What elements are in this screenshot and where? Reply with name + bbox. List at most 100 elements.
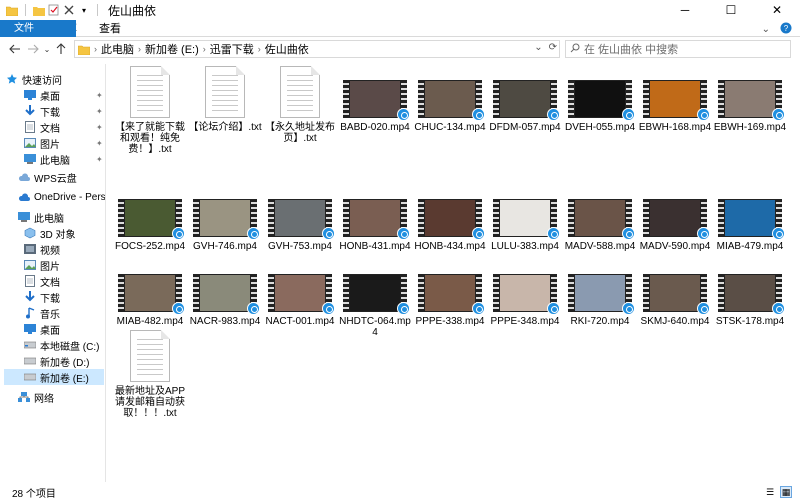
ribbon-tabs: 文件 主页 共享 查看 ⌄ ? [0, 19, 800, 37]
help-icon[interactable]: ? [780, 22, 792, 37]
up-arrow-icon[interactable] [52, 40, 70, 58]
video-thumbnail-icon [568, 274, 635, 315]
video-thumbnail-icon [718, 199, 785, 240]
video-thumbnail-icon [718, 274, 785, 315]
video-file-item[interactable]: STSK-178.mp4 [712, 260, 788, 327]
video-file-item[interactable]: LULU-383.mp4 [487, 185, 563, 252]
sidebar-item-3d-objects[interactable]: 3D 对象 [24, 225, 76, 241]
properties-icon[interactable] [48, 4, 60, 16]
file-name: RKI-720.mp4 [570, 316, 630, 327]
address-bar[interactable]: › 此电脑 › 新加卷 (E:) › 迅雷下载 › 佐山曲依 ⌄ ⟳ [74, 40, 560, 58]
maximize-button[interactable]: ☐ [708, 0, 754, 20]
video-thumbnail-icon [493, 274, 560, 315]
address-dropdown-icon[interactable]: ⌄ [534, 42, 542, 53]
sidebar-item-label: 下载 [40, 107, 60, 119]
forward-arrow-icon[interactable] [24, 40, 42, 58]
file-name: NHDTC-064.mp4 [339, 316, 411, 338]
sidebar-item-quick-access[interactable]: 快速访问 [6, 71, 62, 87]
new-folder-icon[interactable] [33, 4, 45, 16]
video-file-item[interactable]: RKI-720.mp4 [562, 260, 638, 327]
sidebar-item-drive-d[interactable]: 新加卷 (D:) [24, 353, 89, 369]
download-icon [24, 105, 36, 117]
sidebar-item-label: 此电脑 [34, 213, 64, 225]
separator [25, 4, 26, 16]
file-name: PPPE-348.mp4 [490, 316, 560, 327]
video-file-item[interactable]: DFDM-057.mp4 [487, 66, 563, 133]
sidebar-item-drive-c[interactable]: 本地磁盘 (C:) [24, 337, 99, 353]
sidebar-item-label: 视频 [40, 245, 60, 257]
pane-divider[interactable] [105, 64, 106, 482]
video-file-item[interactable]: NHDTC-064.mp4 [337, 260, 413, 338]
video-thumbnail-icon [418, 80, 485, 121]
video-file-item[interactable]: MADV-590.mp4 [637, 185, 713, 252]
video-file-item[interactable]: EBWH-168.mp4 [637, 66, 713, 133]
address-actions: ⌄ ⟳ [534, 42, 557, 53]
status-bar: 28 个项目 ☰ ▦ [0, 482, 800, 502]
sidebar-item-this-pc[interactable]: 此电脑 [18, 209, 64, 225]
customize-toolbar-icon[interactable]: ▾ [78, 4, 90, 16]
sidebar-item-drive-e[interactable]: 新加卷 (E:) [4, 369, 104, 385]
sidebar-item-videos[interactable]: 视频 [24, 241, 60, 257]
tab-file[interactable]: 文件 [0, 19, 76, 37]
breadcrumb-xunlei[interactable]: 迅雷下载 [206, 41, 258, 57]
window-controls: ─ ☐ ✕ [662, 0, 800, 20]
breadcrumb-current[interactable]: 佐山曲依 [261, 41, 313, 57]
recent-locations-icon[interactable]: ⌄ [42, 40, 52, 58]
sidebar-item-documents[interactable]: 文档 [24, 273, 60, 289]
player-badge-icon [397, 108, 410, 121]
sidebar-item-desktop-pinned[interactable]: 桌面 ✦ [24, 87, 103, 103]
video-file-item[interactable]: PPPE-338.mp4 [412, 260, 488, 327]
breadcrumb-this-pc[interactable]: 此电脑 [97, 41, 138, 57]
video-file-item[interactable]: SKMJ-640.mp4 [637, 260, 713, 327]
video-file-item[interactable]: FOCS-252.mp4 [112, 185, 188, 252]
file-name: 【论坛介绍】.txt [188, 122, 262, 133]
sidebar-item-wps-cloud[interactable]: WPS云盘 [18, 169, 77, 185]
sidebar-item-music[interactable]: 音乐 [24, 305, 60, 321]
text-file-item[interactable]: 【永久地址发布页】.txt [262, 66, 338, 144]
video-file-item[interactable]: CHUC-134.mp4 [412, 66, 488, 133]
file-name: MIAB-479.mp4 [716, 241, 784, 252]
back-arrow-icon[interactable] [6, 40, 24, 58]
video-file-item[interactable]: NACT-001.mp4 [262, 260, 338, 327]
refresh-icon[interactable]: ⟳ [549, 42, 557, 53]
video-file-item[interactable]: DVEH-055.mp4 [562, 66, 638, 133]
video-file-item[interactable]: GVH-746.mp4 [187, 185, 263, 252]
sidebar-item-documents-pinned[interactable]: 文档 ✦ [24, 119, 103, 135]
video-thumbnail-icon [493, 199, 560, 240]
sidebar-item-label: 图片 [40, 261, 60, 273]
details-view-icon[interactable]: ☰ [764, 486, 776, 498]
sidebar-item-this-pc-pinned[interactable]: 此电脑 ✦ [24, 151, 103, 167]
video-thumbnail-icon [118, 199, 185, 240]
video-file-item[interactable]: BABD-020.mp4 [337, 66, 413, 133]
video-file-item[interactable]: HONB-431.mp4 [337, 185, 413, 252]
sidebar-item-pictures-pinned[interactable]: 图片 ✦ [24, 135, 103, 151]
video-file-item[interactable]: NACR-983.mp4 [187, 260, 263, 327]
chevron-down-icon[interactable]: ⌄ [762, 24, 770, 35]
video-file-item[interactable]: MIAB-482.mp4 [112, 260, 188, 327]
large-icons-view-icon[interactable]: ▦ [780, 486, 792, 498]
sidebar-item-onedrive[interactable]: OneDrive - Persona [18, 189, 106, 205]
text-file-item[interactable]: 【论坛介绍】.txt [187, 66, 263, 133]
sidebar-item-pictures[interactable]: 图片 [24, 257, 60, 273]
sidebar-item-downloads[interactable]: 下载 [24, 289, 60, 305]
minimize-button[interactable]: ─ [662, 0, 708, 20]
sidebar-item-desktop[interactable]: 桌面 [24, 321, 60, 337]
search-box[interactable]: 在 佐山曲依 中搜索 [565, 40, 791, 58]
breadcrumb-drive-e[interactable]: 新加卷 (E:) [141, 41, 203, 57]
text-file-item[interactable]: 最新地址及APP请发邮箱自动获取！！！.txt [112, 330, 188, 419]
close-button[interactable]: ✕ [754, 0, 800, 20]
delete-icon[interactable] [63, 4, 75, 16]
video-file-item[interactable]: GVH-753.mp4 [262, 185, 338, 252]
video-file-item[interactable]: PPPE-348.mp4 [487, 260, 563, 327]
video-icon [24, 243, 36, 255]
document-icon [24, 121, 36, 133]
video-file-item[interactable]: MADV-588.mp4 [562, 185, 638, 252]
text-file-item[interactable]: 【来了就能下载和观看！纯免费！】.txt [112, 66, 188, 155]
sidebar-item-downloads-pinned[interactable]: 下载 ✦ [24, 103, 103, 119]
desktop-icon [24, 323, 36, 335]
video-file-item[interactable]: EBWH-169.mp4 [712, 66, 788, 133]
tab-view[interactable]: 查看 [88, 20, 132, 37]
video-file-item[interactable]: HONB-434.mp4 [412, 185, 488, 252]
video-file-item[interactable]: MIAB-479.mp4 [712, 185, 788, 252]
sidebar-item-network[interactable]: 网络 [18, 389, 54, 405]
